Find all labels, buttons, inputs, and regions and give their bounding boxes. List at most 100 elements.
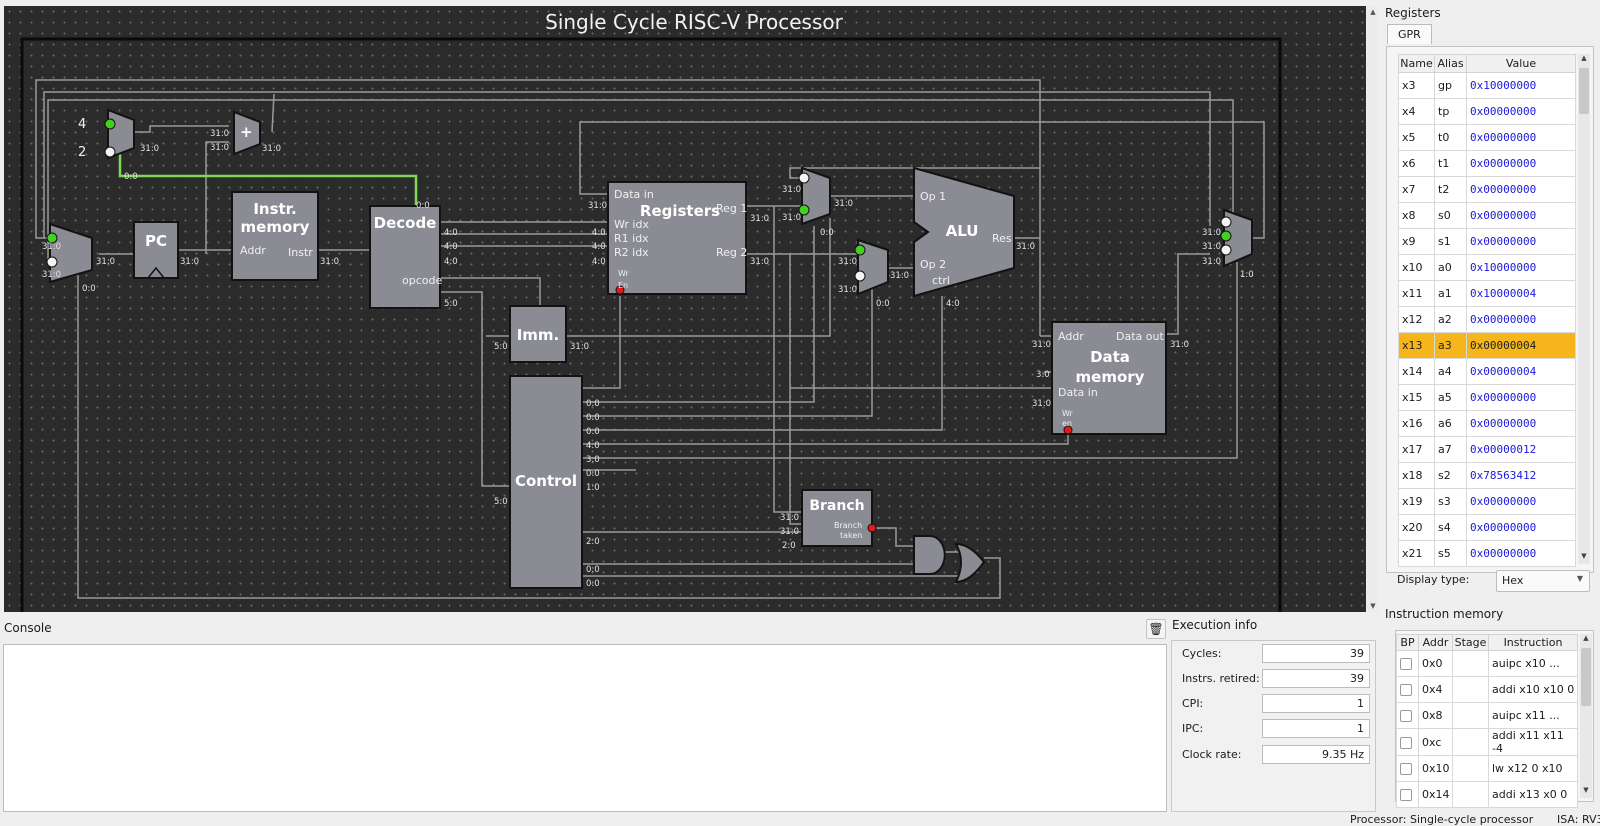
scroll-up-arrow-icon[interactable]: ▲ — [1580, 634, 1592, 642]
tab-gpr[interactable]: GPR — [1387, 24, 1432, 44]
column-header-addr[interactable]: Addr — [1418, 634, 1453, 651]
register-value[interactable]: 0x00000000 — [1466, 410, 1576, 437]
reg-r1-idx-port: R1 idx — [614, 232, 649, 245]
instruction-row[interactable]: 0x10 lw x12 0 x10 — [1396, 755, 1578, 782]
bit-label: 31:0 — [210, 129, 229, 139]
bit-label: 31:0 — [210, 143, 229, 153]
diagram-vertical-scrollbar[interactable]: ▲ ▼ — [1367, 6, 1379, 612]
column-header-instruction[interactable]: Instruction — [1488, 634, 1578, 651]
trash-icon: 🗑 — [1148, 622, 1164, 636]
register-row[interactable]: x16 a6 0x00000000 — [1398, 410, 1576, 437]
register-value[interactable]: 0x10000004 — [1466, 280, 1576, 307]
column-header-value[interactable]: Value — [1466, 54, 1576, 73]
breakpoint-checkbox[interactable] — [1400, 710, 1412, 722]
isa-status: ISA: RV32IM — [1557, 813, 1600, 826]
register-row[interactable]: x14 a4 0x00000004 — [1398, 358, 1576, 385]
register-alias: a4 — [1434, 358, 1467, 385]
register-row[interactable]: x18 s2 0x78563412 — [1398, 462, 1576, 489]
scroll-down-arrow-icon[interactable]: ▼ — [1367, 600, 1379, 612]
bit-label: 4:0 — [586, 441, 600, 451]
scrollbar-thumb[interactable] — [1579, 68, 1589, 114]
pc-label: PC — [145, 232, 167, 250]
bit-label: 1:0 — [1240, 270, 1254, 280]
column-header-name[interactable]: Name — [1398, 54, 1435, 73]
data-memory-label-1: Data — [1090, 348, 1130, 366]
register-row[interactable]: x8 s0 0x00000000 — [1398, 202, 1576, 229]
instruction-row[interactable]: 0x4 addi x10 x10 0 — [1396, 676, 1578, 703]
register-name: x11 — [1398, 280, 1435, 307]
register-row[interactable]: x4 tp 0x00000000 — [1398, 98, 1576, 125]
register-name: x13 — [1398, 332, 1435, 359]
register-value[interactable]: 0x00000004 — [1466, 358, 1576, 385]
register-value[interactable]: 0x00000000 — [1466, 202, 1576, 229]
register-value[interactable]: 0x00000000 — [1466, 228, 1576, 255]
register-value[interactable]: 0x78563412 — [1466, 462, 1576, 489]
scroll-up-arrow-icon[interactable]: ▲ — [1578, 54, 1590, 62]
register-row[interactable]: x6 t1 0x00000000 — [1398, 150, 1576, 177]
register-row[interactable]: x3 gp 0x10000000 — [1398, 72, 1576, 99]
register-value[interactable]: 0x00000000 — [1466, 488, 1576, 515]
register-row[interactable]: x15 a5 0x00000000 — [1398, 384, 1576, 411]
breakpoint-checkbox[interactable] — [1400, 763, 1412, 775]
register-value[interactable]: 0x00000012 — [1466, 436, 1576, 463]
register-row[interactable]: x20 s4 0x00000000 — [1398, 514, 1576, 541]
reg-reg1-port: Reg 1 — [716, 202, 747, 215]
bit-label: 31:0 — [834, 199, 853, 209]
breakpoint-checkbox[interactable] — [1400, 684, 1412, 696]
register-value[interactable]: 0x00000000 — [1466, 540, 1576, 567]
column-header-bp[interactable]: BP — [1396, 634, 1419, 651]
register-value[interactable]: 0x00000000 — [1466, 150, 1576, 177]
register-row[interactable]: x17 a7 0x00000012 — [1398, 436, 1576, 463]
breakpoint-checkbox[interactable] — [1400, 658, 1412, 670]
display-type-select[interactable]: Hex ▼ — [1496, 570, 1590, 592]
bit-label: 4:0 — [592, 228, 606, 238]
register-value[interactable]: 0x00000000 — [1466, 306, 1576, 333]
clear-console-button[interactable]: 🗑 — [1146, 619, 1166, 639]
bit-label: 31:0 — [320, 257, 339, 267]
register-row[interactable]: x7 t2 0x00000000 — [1398, 176, 1576, 203]
register-value[interactable]: 0x00000000 — [1466, 98, 1576, 125]
instruction-text: addi x13 x0 0 — [1488, 781, 1578, 808]
instruction-addr: 0x10 — [1418, 755, 1453, 782]
register-name: x7 — [1398, 176, 1435, 203]
register-row[interactable]: x9 s1 0x00000000 — [1398, 228, 1576, 255]
register-value[interactable]: 0x10000000 — [1466, 254, 1576, 281]
register-row[interactable]: x12 a2 0x00000000 — [1398, 306, 1576, 333]
bit-label: 2:0 — [782, 541, 796, 551]
instruction-addr: 0x4 — [1418, 676, 1453, 703]
instruction-row[interactable]: 0x8 auipc x11 ... — [1396, 702, 1578, 729]
scrollbar-thumb[interactable] — [1581, 648, 1591, 706]
register-row[interactable]: x10 a0 0x10000000 — [1398, 254, 1576, 281]
reg-r2-idx-port: R2 idx — [614, 246, 649, 259]
registers-scrollbar[interactable]: ▲ ▼ — [1578, 54, 1590, 564]
breakpoint-checkbox[interactable] — [1400, 736, 1412, 749]
register-value[interactable]: 0x00000000 — [1466, 176, 1576, 203]
register-alias: gp — [1434, 72, 1467, 99]
scroll-down-arrow-icon[interactable]: ▼ — [1580, 786, 1592, 794]
instruction-row[interactable]: 0x0 auipc x10 ... — [1396, 650, 1578, 677]
register-value[interactable]: 0x00000000 — [1466, 124, 1576, 151]
column-header-stage[interactable]: Stage — [1452, 634, 1489, 651]
breakpoint-checkbox[interactable] — [1400, 789, 1412, 801]
instruction-row[interactable]: 0x14 addi x13 x0 0 — [1396, 781, 1578, 808]
processor-diagram-canvas[interactable]: Single Cycle RISC-V Processor 4 2 + PC I… — [4, 6, 1366, 612]
register-row[interactable]: x13 a3 0x00000004 — [1398, 332, 1576, 359]
column-header-alias[interactable]: Alias — [1434, 54, 1467, 73]
register-value[interactable]: 0x00000000 — [1466, 514, 1576, 541]
register-value[interactable]: 0x00000004 — [1466, 332, 1576, 359]
registers-tabbar: GPR — [1387, 24, 1432, 46]
register-value[interactable]: 0x10000000 — [1466, 72, 1576, 99]
register-row[interactable]: x19 s3 0x00000000 — [1398, 488, 1576, 515]
register-value[interactable]: 0x00000000 — [1466, 384, 1576, 411]
scroll-down-arrow-icon[interactable]: ▼ — [1578, 552, 1590, 560]
scroll-up-arrow-icon[interactable]: ▲ — [1367, 6, 1379, 18]
register-row[interactable]: x5 t0 0x00000000 — [1398, 124, 1576, 151]
instruction-memory-scrollbar[interactable]: ▲ ▼ — [1580, 634, 1592, 798]
instruction-row[interactable]: 0xc addi x11 x11 -4 — [1396, 728, 1578, 756]
console-output[interactable] — [3, 644, 1167, 812]
register-row[interactable]: x11 a1 0x10000004 — [1398, 280, 1576, 307]
bit-label: 5:0 — [494, 342, 508, 352]
bit-label: 31:0 — [1202, 228, 1221, 238]
register-row[interactable]: x21 s5 0x00000000 — [1398, 540, 1576, 567]
bit-label: 31:0 — [750, 214, 769, 224]
